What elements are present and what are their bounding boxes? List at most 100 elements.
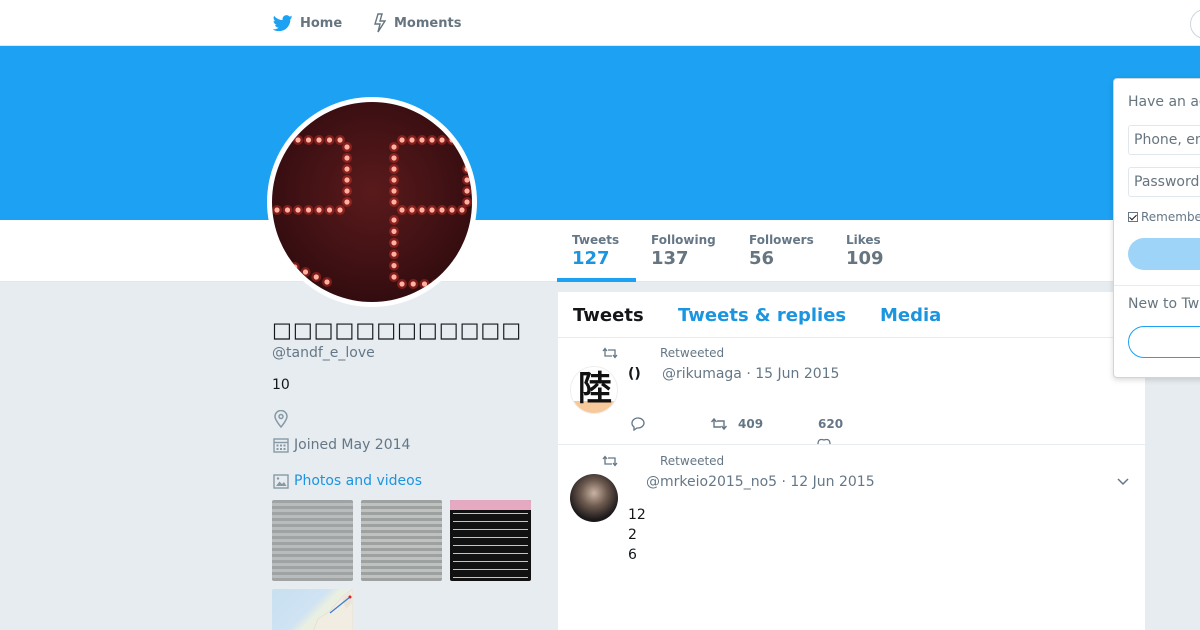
led-dot xyxy=(391,228,397,234)
led-dot xyxy=(439,207,445,213)
calendar-icon xyxy=(273,438,289,453)
led-dot xyxy=(399,281,405,287)
tab-tweets-and-replies[interactable]: Tweets & replies xyxy=(678,305,846,326)
led-dot xyxy=(391,166,397,172)
retweet-button[interactable]: 409 xyxy=(710,417,763,431)
stat-tweets-label: Tweets xyxy=(572,233,620,247)
led-dot xyxy=(409,137,415,143)
sign-up-button[interactable] xyxy=(1128,326,1200,358)
new-to-twitter-label: New to Twitter? xyxy=(1128,296,1200,312)
led-dot xyxy=(391,251,397,257)
tweets-panel: Tweets Tweets & replies Media Retweeted … xyxy=(558,292,1145,630)
stat-tweets-value: 127 xyxy=(572,248,610,269)
remember-me-row[interactable]: Remember me xyxy=(1128,210,1200,224)
photo-thumbnail[interactable] xyxy=(272,589,353,630)
led-dot xyxy=(344,199,350,205)
led-dot xyxy=(449,207,455,213)
led-dot xyxy=(464,188,470,194)
profile-avatar[interactable] xyxy=(267,97,477,307)
led-dot xyxy=(344,144,350,150)
led-dot xyxy=(326,137,333,143)
reply-button[interactable] xyxy=(630,417,656,431)
led-dot xyxy=(316,137,322,143)
thumbnail-result-rows xyxy=(453,513,528,578)
photos-and-videos-link[interactable]: Photos and videos xyxy=(273,473,422,489)
stat-following-label: Following xyxy=(651,233,716,247)
profile-handle[interactable]: @tandf_e_love xyxy=(272,345,375,361)
like-button[interactable]: 620 xyxy=(818,417,843,431)
profile-banner xyxy=(0,46,1200,220)
log-in-button[interactable] xyxy=(1128,238,1200,270)
tweet-author-meta[interactable]: @mrkeio2015_no5 · 12 Jun 2015 xyxy=(646,474,875,490)
led-dot xyxy=(421,281,428,287)
tab-media[interactable]: Media xyxy=(880,305,941,326)
stat-tweets[interactable]: Tweets 127 xyxy=(572,233,619,269)
led-dot xyxy=(391,155,397,161)
led-dot xyxy=(464,177,470,183)
led-dot xyxy=(295,137,301,143)
led-dot xyxy=(464,166,470,172)
profile-bio: 10 xyxy=(272,377,290,393)
tweet-author-meta[interactable]: @rikumaga · 15 Jun 2015 xyxy=(662,366,839,382)
tab-tweets[interactable]: Tweets xyxy=(573,305,644,326)
led-dot xyxy=(439,137,445,143)
led-dot xyxy=(419,137,425,143)
retweet-count: 409 xyxy=(738,417,764,431)
heart-icon[interactable] xyxy=(816,437,832,445)
led-dot xyxy=(464,199,470,205)
photos-and-videos-label: Photos and videos xyxy=(294,473,423,489)
photo-thumbnail[interactable] xyxy=(450,500,531,581)
tweet[interactable]: Retweeted 陸 () @rikumaga · 15 Jun 2015 4… xyxy=(558,338,1145,445)
stat-likes[interactable]: Likes 109 xyxy=(846,233,884,269)
chevron-down-icon[interactable] xyxy=(1116,476,1130,486)
led-dot xyxy=(399,207,405,213)
led-dot xyxy=(391,263,397,269)
led-dot xyxy=(305,207,312,213)
retweet-indicator-icon xyxy=(602,347,618,359)
login-title: Have an account? xyxy=(1128,94,1200,110)
timeline-tabs: Tweets Tweets & replies Media xyxy=(558,292,1145,338)
led-dot xyxy=(391,188,397,194)
stat-following-value: 137 xyxy=(651,248,689,269)
photo-thumbnail[interactable] xyxy=(361,500,442,581)
twitter-bird-icon xyxy=(273,14,293,31)
photo-thumbnail[interactable] xyxy=(272,500,353,581)
stat-followers[interactable]: Followers 56 xyxy=(749,233,814,269)
led-dot xyxy=(316,207,322,213)
remember-me-checkbox[interactable] xyxy=(1128,212,1138,222)
reply-icon xyxy=(631,417,645,431)
lightning-icon xyxy=(374,13,387,33)
tweet-author-avatar[interactable] xyxy=(570,474,618,522)
stat-following[interactable]: Following 137 xyxy=(651,233,716,269)
led-dot xyxy=(302,269,309,275)
user-menu-button[interactable] xyxy=(1190,9,1200,39)
nav-home-label: Home xyxy=(300,15,343,31)
led-dot xyxy=(433,281,439,287)
phone-email-username-input[interactable] xyxy=(1128,125,1200,155)
nav-home[interactable]: Home xyxy=(273,0,342,46)
tweet-text-line: 6 xyxy=(628,547,637,563)
led-dot xyxy=(391,177,397,183)
led-dot xyxy=(292,264,298,270)
joined-row: Joined May 2014 xyxy=(273,437,410,453)
led-dot xyxy=(410,281,416,287)
led-dot xyxy=(391,217,397,223)
led-dot xyxy=(429,207,435,213)
avatar-image xyxy=(272,102,472,302)
led-dot xyxy=(419,207,425,213)
led-dot xyxy=(274,207,280,213)
tweet-author-name[interactable]: () xyxy=(628,366,641,382)
led-dot xyxy=(449,137,455,143)
led-glow xyxy=(462,164,472,174)
tweet[interactable]: Retweeted @mrkeio2015_no5 · 12 Jun 2015 … xyxy=(558,446,1145,630)
password-input[interactable] xyxy=(1128,167,1200,197)
led-dot xyxy=(409,207,415,213)
profile-name: □□□□□□□□□□□□ xyxy=(272,318,523,342)
led-dot xyxy=(337,137,343,143)
led-dot xyxy=(284,207,291,213)
led-dot xyxy=(344,155,350,161)
nav-moments[interactable]: Moments xyxy=(373,0,461,46)
led-dot xyxy=(344,188,350,194)
retweeted-label: Retweeted xyxy=(660,346,725,360)
tweet-author-avatar[interactable]: 陸 xyxy=(570,366,618,414)
